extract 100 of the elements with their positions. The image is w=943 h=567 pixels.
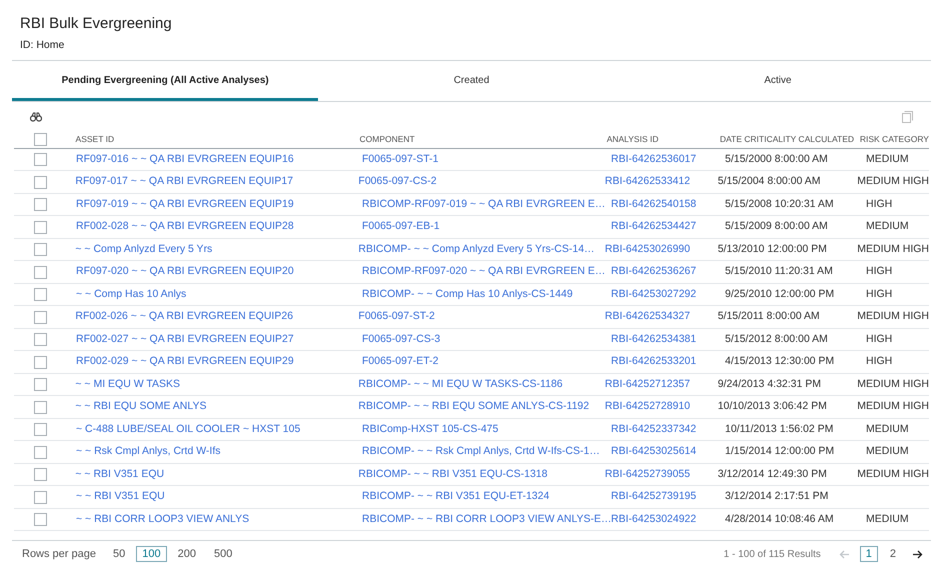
- table-link[interactable]: RBI-64262534427: [611, 220, 696, 232]
- row-checkbox[interactable]: [34, 153, 47, 166]
- table-link[interactable]: RBI-64253026990: [604, 242, 690, 255]
- rows-per-page-option[interactable]: 500: [206, 546, 240, 562]
- rows-per-page-option[interactable]: 50: [106, 546, 132, 562]
- table-link[interactable]: RBI-64262540158: [611, 198, 696, 210]
- page-button[interactable]: 2: [884, 546, 902, 562]
- page-button[interactable]: 1: [860, 546, 878, 562]
- table-link[interactable]: ~ ~ Comp Has 10 Anlys: [76, 288, 186, 300]
- table-link[interactable]: RBI-64262534327: [604, 310, 690, 322]
- table-cell: 3/12/2014 2:17:51 PM: [725, 490, 828, 502]
- table-link[interactable]: ~ ~ RBI CORR LOOP3 VIEW ANLYS: [76, 512, 250, 525]
- table-cell: 5/15/2000 8:00:00 AM: [725, 152, 828, 165]
- table-cell: HIGH: [866, 355, 892, 368]
- table-link[interactable]: RF002-026 ~ ~ QA RBI EVRGREEN EQUIP26: [75, 310, 294, 322]
- table-cell: MEDIUM HIGH: [857, 400, 929, 412]
- table-link[interactable]: RBICOMP- ~ ~ RBI CORR LOOP3 VIEW ANLYS-E…: [362, 512, 612, 525]
- row-checkbox[interactable]: [34, 356, 47, 368]
- row-checkbox[interactable]: [34, 198, 47, 211]
- table-link[interactable]: RBI-64252337342: [611, 422, 696, 435]
- table-cell: MEDIUM HIGH: [857, 242, 929, 255]
- table-link[interactable]: RBICOMP- ~ ~ RBI EQU SOME ANLYS-CS-1192: [358, 400, 590, 412]
- table-cell: 5/15/2008 10:20:31 AM: [725, 198, 834, 210]
- tab[interactable]: Created: [318, 60, 625, 101]
- row-checkbox[interactable]: [34, 468, 47, 481]
- table-link[interactable]: RF097-017 ~ ~ QA RBI EVRGREEN EQUIP17: [75, 175, 294, 188]
- table-link[interactable]: F0065-097-CS-3: [362, 332, 440, 345]
- row-checkbox[interactable]: [34, 176, 47, 188]
- table-link[interactable]: F0065-097-ET-2: [362, 355, 438, 368]
- row-checkbox[interactable]: [34, 400, 47, 414]
- table-cell: MEDIUM HIGH: [857, 175, 929, 188]
- table-link[interactable]: RBI-64262536017: [611, 152, 696, 165]
- table-link[interactable]: RBICOMP-RF097-019 ~ ~ QA RBI EVRGREEN E…: [362, 198, 606, 210]
- table-link[interactable]: F0065-097-ST-2: [358, 310, 435, 322]
- table-cell: HIGH: [866, 265, 892, 278]
- tab[interactable]: Pending Evergreening (All Active Analyses): [12, 60, 318, 101]
- copy-icon[interactable]: [902, 110, 913, 123]
- table-link[interactable]: F0065-097-ST-1: [362, 152, 438, 165]
- table-link[interactable]: RBI-64262534381: [611, 332, 696, 345]
- row-checkbox[interactable]: [34, 423, 47, 436]
- row-checkbox[interactable]: [34, 310, 47, 324]
- column-header[interactable]: DATE CRITICALITY CALCULATED: [720, 134, 854, 144]
- table-link[interactable]: F0065-097-CS-2: [358, 175, 437, 188]
- table-link[interactable]: RBI-64262536267: [611, 265, 696, 278]
- table-cell: MEDIUM: [866, 445, 909, 458]
- results-count: 1 - 100 of 115 Results: [724, 548, 821, 562]
- tab[interactable]: Active: [624, 60, 931, 101]
- table-link[interactable]: RF097-020 ~ ~ QA RBI EVRGREEN EQUIP20: [76, 265, 294, 278]
- row-checkbox[interactable]: [34, 288, 47, 301]
- table-link[interactable]: RBI-64253024922: [611, 512, 696, 525]
- table-link[interactable]: RBICOMP- ~ ~ Comp Anlyzd Every 5 Yrs-CS-14…: [358, 242, 595, 255]
- table-link[interactable]: RF097-016 ~ ~ QA RBI EVRGREEN EQUIP16: [76, 152, 294, 165]
- binoculars-icon[interactable]: [30, 112, 42, 122]
- table-link[interactable]: RBI-64253025614: [611, 445, 696, 458]
- table-link[interactable]: RF002-028 ~ ~ QA RBI EVRGREEN EQUIP28: [76, 220, 294, 232]
- table-link[interactable]: RBI-64252712357: [604, 378, 690, 390]
- table-link[interactable]: F0065-097-EB-1: [362, 220, 440, 232]
- select-all-checkbox[interactable]: [34, 133, 47, 146]
- table-link[interactable]: RF002-029 ~ ~ QA RBI EVRGREEN EQUIP29: [76, 355, 294, 368]
- table-link[interactable]: RBI-64252728910: [604, 400, 690, 412]
- column-header[interactable]: ANALYSIS ID: [606, 134, 658, 144]
- next-page-icon[interactable]: [912, 550, 923, 558]
- table-link[interactable]: ~ ~ RBI V351 EQU: [75, 468, 164, 480]
- row-checkbox[interactable]: [34, 446, 47, 458]
- row-checkbox[interactable]: [34, 333, 47, 346]
- table-link[interactable]: RBICOMP- ~ ~ RBI V351 EQU-CS-1318: [358, 468, 548, 480]
- row-checkbox[interactable]: [34, 220, 47, 234]
- table-cell: 4/28/2014 10:08:46 AM: [725, 512, 834, 525]
- table-link[interactable]: RBICOMP- ~ ~ Comp Has 10 Anlys-CS-1449: [362, 288, 573, 300]
- table-link[interactable]: ~ C-488 LUBE/SEAL OIL COOLER ~ HXST 105: [76, 422, 300, 435]
- table-link[interactable]: RBI-64262533412: [604, 175, 690, 188]
- column-header[interactable]: ASSET ID: [76, 134, 114, 144]
- table-link[interactable]: RBICOMP- ~ ~ Rsk Cmpl Anlys, Crtd W-Ifs-CS-1…: [362, 445, 600, 458]
- table-link[interactable]: RBI-64252739055: [604, 468, 690, 480]
- table-link[interactable]: RBICOMP-RF097-020 ~ ~ QA RBI EVRGREEN E…: [362, 265, 606, 278]
- table-link[interactable]: ~ ~ RBI V351 EQU: [76, 490, 165, 502]
- page-subtitle: ID: Home: [20, 38, 66, 53]
- table-link[interactable]: RBI-64252739195: [611, 490, 696, 502]
- table-link[interactable]: RBICOMP- ~ ~ MI EQU W TASKS-CS-1186: [358, 378, 563, 390]
- table-link[interactable]: RF097-019 ~ ~ QA RBI EVRGREEN EQUIP19: [76, 198, 294, 210]
- table-cell: 10/10/2013 3:06:42 PM: [718, 400, 827, 412]
- table-link[interactable]: ~ ~ Rsk Cmpl Anlys, Crtd W-Ifs: [76, 445, 221, 458]
- row-checkbox[interactable]: [34, 243, 47, 256]
- rows-per-page-option[interactable]: 100: [136, 546, 167, 562]
- table-link[interactable]: RBI-64262533201: [611, 355, 696, 368]
- row-checkbox[interactable]: [34, 378, 47, 391]
- table-link[interactable]: ~ ~ MI EQU W TASKS: [75, 378, 180, 390]
- table-link[interactable]: RBI-64253027292: [611, 288, 696, 300]
- table-link[interactable]: ~ ~ Comp Anlyzd Every 5 Yrs: [75, 242, 212, 255]
- table-link[interactable]: RBIComp-HXST 105-CS-475: [362, 422, 498, 435]
- column-header[interactable]: COMPONENT: [359, 134, 415, 144]
- row-checkbox[interactable]: [34, 513, 47, 526]
- table-cell: MEDIUM: [866, 422, 909, 435]
- row-checkbox[interactable]: [34, 490, 47, 504]
- table-link[interactable]: RF002-027 ~ ~ QA RBI EVRGREEN EQUIP27: [76, 332, 294, 345]
- table-link[interactable]: ~ ~ RBI EQU SOME ANLYS: [75, 400, 206, 412]
- column-header[interactable]: RISK CATEGORY: [860, 134, 929, 144]
- rows-per-page-option[interactable]: 200: [170, 546, 203, 562]
- row-checkbox[interactable]: [34, 266, 47, 278]
- table-link[interactable]: RBICOMP- ~ ~ RBI V351 EQU-ET-1324: [362, 490, 550, 502]
